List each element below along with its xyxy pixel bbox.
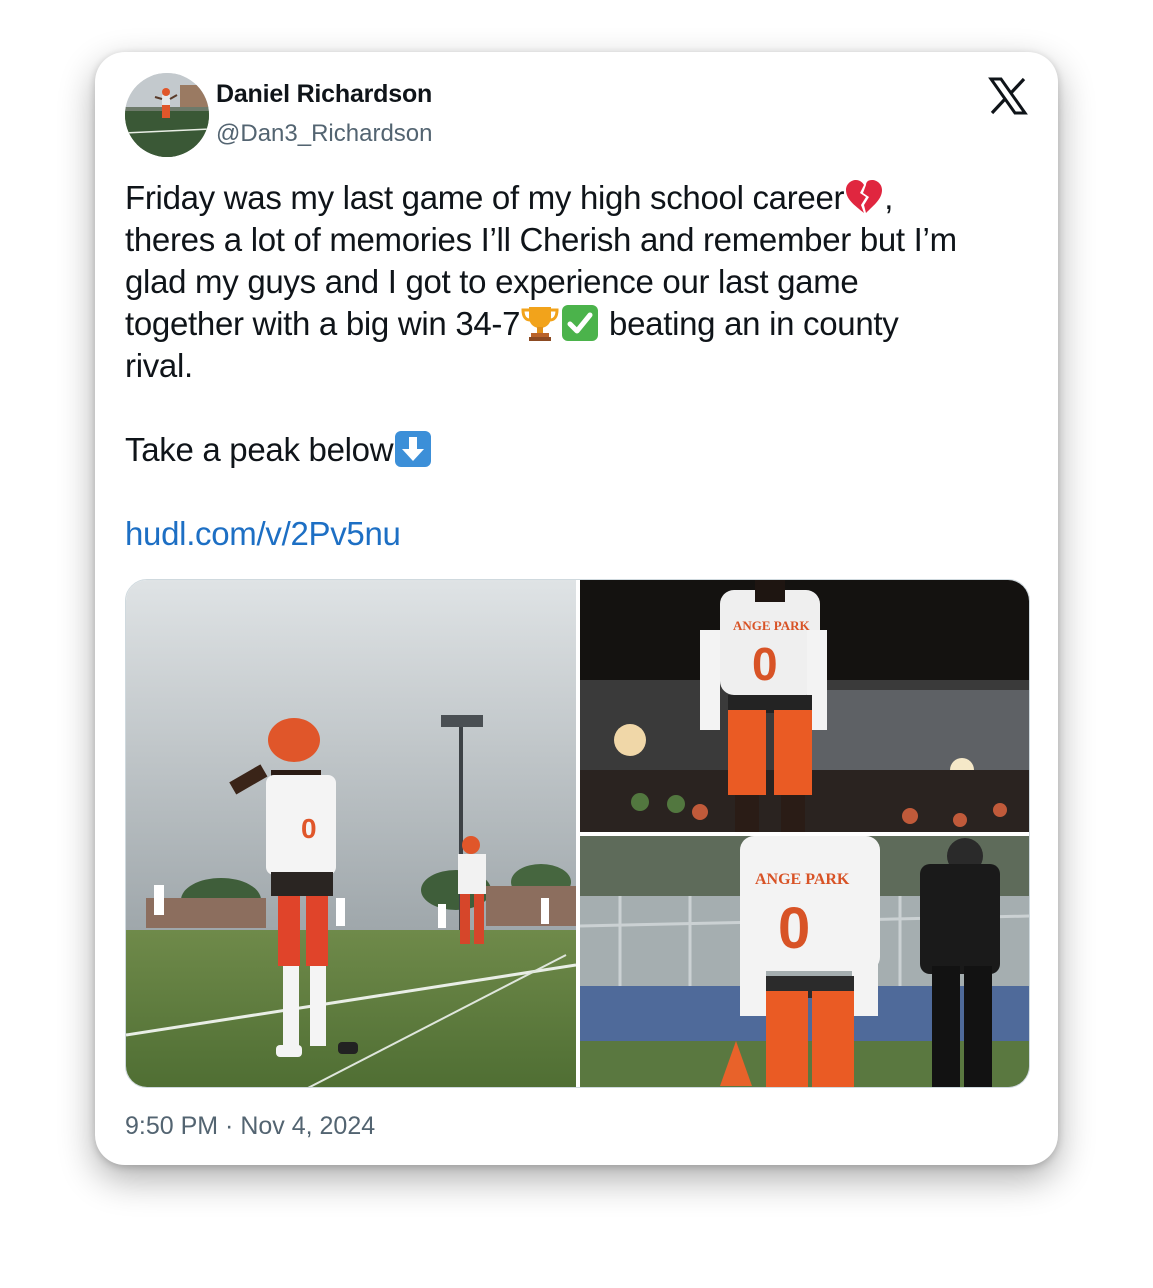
tweet-text-segment: beating an in county <box>600 305 899 342</box>
x-logo-icon[interactable] <box>988 76 1028 116</box>
jersey-number: 0 <box>301 813 317 844</box>
photo-player-night-game[interactable]: ANGE PARK 0 <box>580 580 1029 832</box>
tweet-line: glad my guys and I got to experience our… <box>125 263 859 300</box>
author-name[interactable]: Daniel Richardson <box>216 80 432 109</box>
tweet-line: Friday was my last game of my high schoo… <box>125 177 1030 219</box>
trophy-icon <box>520 303 560 343</box>
broken-heart-icon <box>844 177 884 217</box>
tweet-text: Friday was my last game of my high schoo… <box>125 177 1030 555</box>
jersey-text: ANGE PARK <box>755 871 850 888</box>
avatar-image <box>125 73 209 157</box>
photo-player-sideline[interactable]: ANGE PARK 0 <box>580 836 1029 1087</box>
author-handle[interactable]: @Dan3_Richardson <box>216 120 432 148</box>
jersey-number: 0 <box>778 896 810 961</box>
check-mark-icon <box>560 303 600 343</box>
tweet-text-segment: Take a peak below <box>125 431 394 468</box>
tweet-line: rival. <box>125 347 193 384</box>
tweet-card: Daniel Richardson @Dan3_Richardson Frida… <box>95 52 1058 1165</box>
tweet-text-segment: together with a big win 34-7 <box>125 305 521 342</box>
photo-quarterback-on-field[interactable]: 0 <box>126 580 576 1087</box>
avatar[interactable] <box>125 73 209 157</box>
tweet-line: Take a peak below <box>125 429 1030 471</box>
tweet-line: together with a big win 34-7 beating an … <box>125 303 1030 345</box>
tweet-text-segment: Friday was my last game of my high schoo… <box>125 179 845 216</box>
media-grid: 0 ANGE PARK 0 ANGE PARK 0 <box>125 579 1030 1088</box>
hudl-link[interactable]: hudl.com/v/2Pv5nu <box>125 515 401 552</box>
jersey-text: ANGE PARK <box>733 618 811 633</box>
down-arrow-icon <box>393 429 433 469</box>
tweet-text-segment: , <box>884 179 894 216</box>
tweet-line: theres a lot of memories I’ll Cherish an… <box>125 221 957 258</box>
timestamp[interactable]: 9:50 PM · Nov 4, 2024 <box>125 1112 375 1141</box>
jersey-number: 0 <box>752 638 778 690</box>
